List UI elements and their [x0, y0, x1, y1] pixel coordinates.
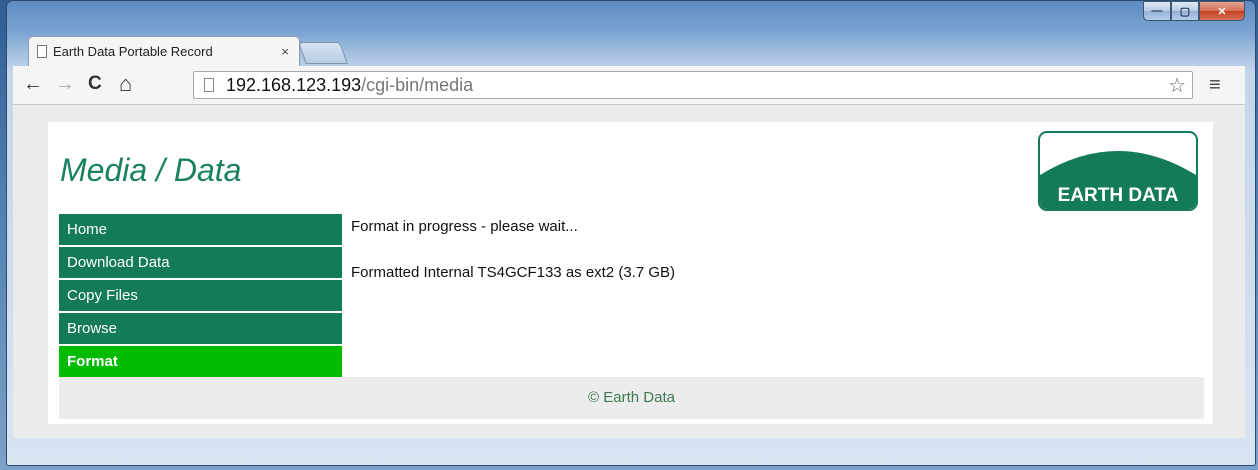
url-path: /cgi-bin/media [361, 75, 474, 95]
close-window-button[interactable]: ✕ [1199, 1, 1245, 21]
page-icon [204, 78, 214, 92]
back-icon[interactable]: ← [23, 73, 43, 95]
menu-item-download-data[interactable]: Download Data [59, 247, 342, 278]
new-tab-button[interactable] [297, 42, 349, 64]
browser-toolbar: ← → C ⌂ 192.168.123.193/cgi-bin/media ☆ … [13, 66, 1245, 105]
chrome-menu-icon[interactable]: ≡ [1209, 74, 1221, 97]
menu-item-format[interactable]: Format [59, 346, 342, 377]
web-page: Media / Data EARTH DATA Home Download Da… [48, 122, 1213, 424]
page-footer: © Earth Data [59, 377, 1204, 419]
reload-icon[interactable]: C [88, 73, 102, 95]
logo-text: EARTH DATA [1058, 185, 1179, 206]
result-message: Formatted Internal TS4GCF133 as ext2 (3.… [351, 264, 676, 281]
side-menu: Home Download Data Copy Files Browse For… [59, 214, 342, 379]
forward-icon[interactable]: → [55, 73, 75, 95]
address-bar[interactable]: 192.168.123.193/cgi-bin/media ☆ [193, 71, 1193, 99]
page-icon [37, 45, 47, 58]
menu-item-browse[interactable]: Browse [59, 313, 342, 344]
home-icon[interactable]: ⌂ [119, 73, 132, 95]
tab-title: Earth Data Portable Record [53, 44, 213, 59]
earth-data-logo: EARTH DATA [1038, 131, 1198, 211]
status-message: Format in progress - please wait... [351, 218, 578, 235]
tab-close-icon[interactable]: × [281, 44, 289, 59]
bookmark-star-icon[interactable]: ☆ [1168, 73, 1186, 98]
window-controls: — ▢ ✕ [1143, 1, 1245, 21]
tab-earth-data[interactable]: Earth Data Portable Record × [28, 36, 300, 66]
url-host: 192.168.123.193 [226, 75, 362, 95]
url-text: 192.168.123.193/cgi-bin/media [226, 75, 473, 96]
menu-item-copy-files[interactable]: Copy Files [59, 280, 342, 311]
menu-item-home[interactable]: Home [59, 214, 342, 245]
page-title: Media / Data [60, 152, 242, 188]
maximize-button[interactable]: ▢ [1171, 1, 1199, 21]
minimize-button[interactable]: — [1143, 1, 1171, 21]
